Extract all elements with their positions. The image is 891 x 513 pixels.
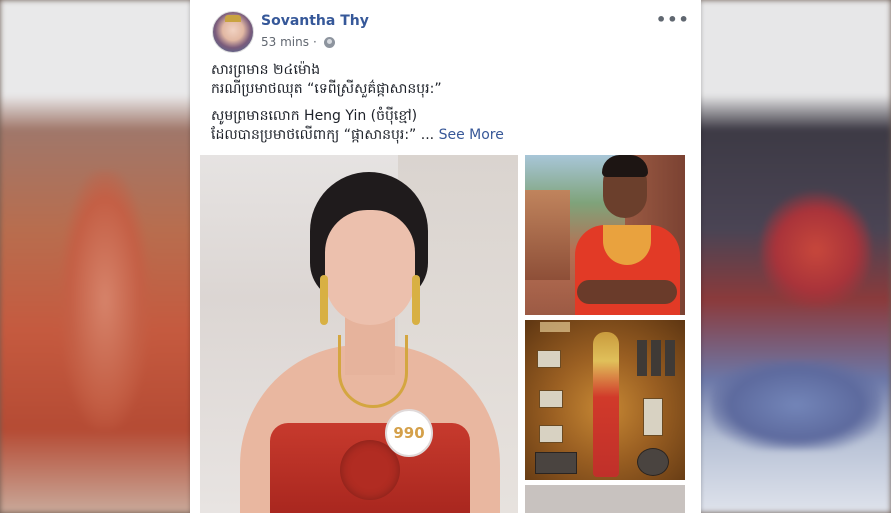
post-text-truncated: ដែលបានប្រមាថលើពាក្យ “ផ្កាសានបុរ:” ...: [211, 127, 435, 143]
contestant-number-badge: 990: [385, 409, 433, 457]
background-right-blur: [691, 0, 891, 513]
see-more-link[interactable]: See More: [439, 127, 504, 143]
post-photo-main[interactable]: 990: [200, 155, 518, 513]
post-timestamp[interactable]: 53 mins: [261, 35, 309, 49]
post-photo-costume-poster[interactable]: [525, 320, 685, 480]
author-name[interactable]: Sovantha Thy: [261, 13, 369, 29]
post-photo-temple-man[interactable]: [525, 155, 685, 315]
post-text-line-3: សូមព្រមានលោក Heng Yin (ចំប៉ីខ្មៅ): [211, 108, 418, 124]
globe-icon: [323, 36, 335, 48]
post-text-line-4: ដែលបានប្រមាថលើពាក្យ “ផ្កាសានបុរ:” ... Se…: [211, 126, 504, 145]
facebook-post-card: Sovantha Thy 53 mins · ••• សារព្រមាន ២៤ម…: [190, 0, 701, 513]
meta-separator: ·: [312, 35, 317, 49]
more-options-icon[interactable]: •••: [656, 10, 690, 29]
post-text-line-1: សារព្រមាន ២៤ម៉ោង: [211, 62, 321, 78]
background-left-blur: [0, 0, 200, 513]
post-text-line-2: ករណីប្រមាថឈុត “ទេពីស្រីសួគ៌ផ្កាសានបុរ:”: [211, 81, 442, 97]
author-avatar[interactable]: [212, 11, 254, 53]
post-meta: 53 mins ·: [261, 35, 335, 49]
post-photo-more[interactable]: [525, 485, 685, 513]
